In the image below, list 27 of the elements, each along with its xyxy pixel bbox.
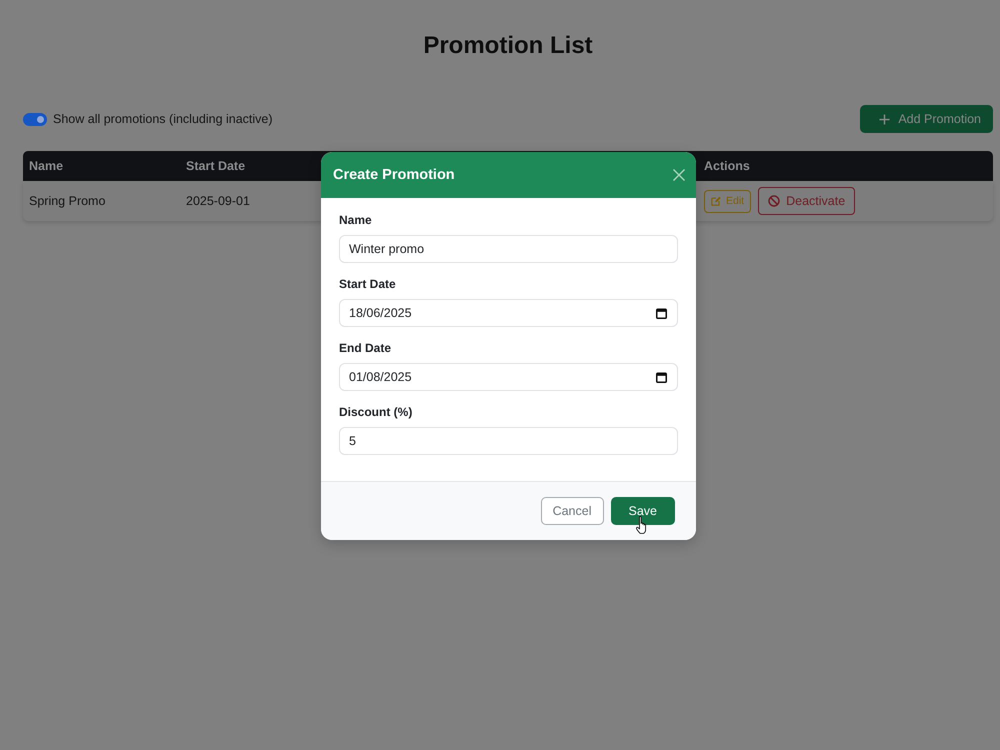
column-header: Start Date (186, 159, 246, 173)
column-header: Actions (704, 159, 750, 173)
modal-title: Create Promotion (333, 167, 455, 183)
toggle-switch[interactable] (23, 112, 47, 126)
date-field[interactable]: 18/06/2025 (339, 299, 678, 327)
calendar-icon[interactable] (656, 308, 667, 318)
cancel-button[interactable]: Cancel (540, 497, 604, 525)
number-field[interactable]: 5 (339, 427, 678, 455)
ban-icon (768, 195, 780, 207)
plus-icon (879, 114, 890, 124)
hand-cursor-icon (636, 516, 648, 535)
calendar-icon[interactable] (656, 372, 667, 382)
field-label: Start Date (339, 276, 396, 292)
column-header: Name (29, 159, 64, 173)
field-label: End Date (339, 340, 392, 356)
edit-icon (711, 196, 721, 206)
text-field[interactable]: Winter promo (339, 235, 678, 263)
page-title: Promotion List (423, 31, 593, 61)
toggle-label: Show all promotions (including inactive) (53, 112, 273, 126)
save-button[interactable]: Save (610, 497, 675, 525)
close-button[interactable] (673, 169, 685, 181)
close-icon (673, 169, 685, 181)
field-label: Name (339, 212, 372, 228)
date-field[interactable]: 01/08/2025 (339, 363, 678, 391)
table-cell: Spring Promo (29, 194, 106, 208)
field-label: Discount (%) (339, 404, 412, 420)
table-cell: 2025-09-01 (186, 194, 250, 208)
